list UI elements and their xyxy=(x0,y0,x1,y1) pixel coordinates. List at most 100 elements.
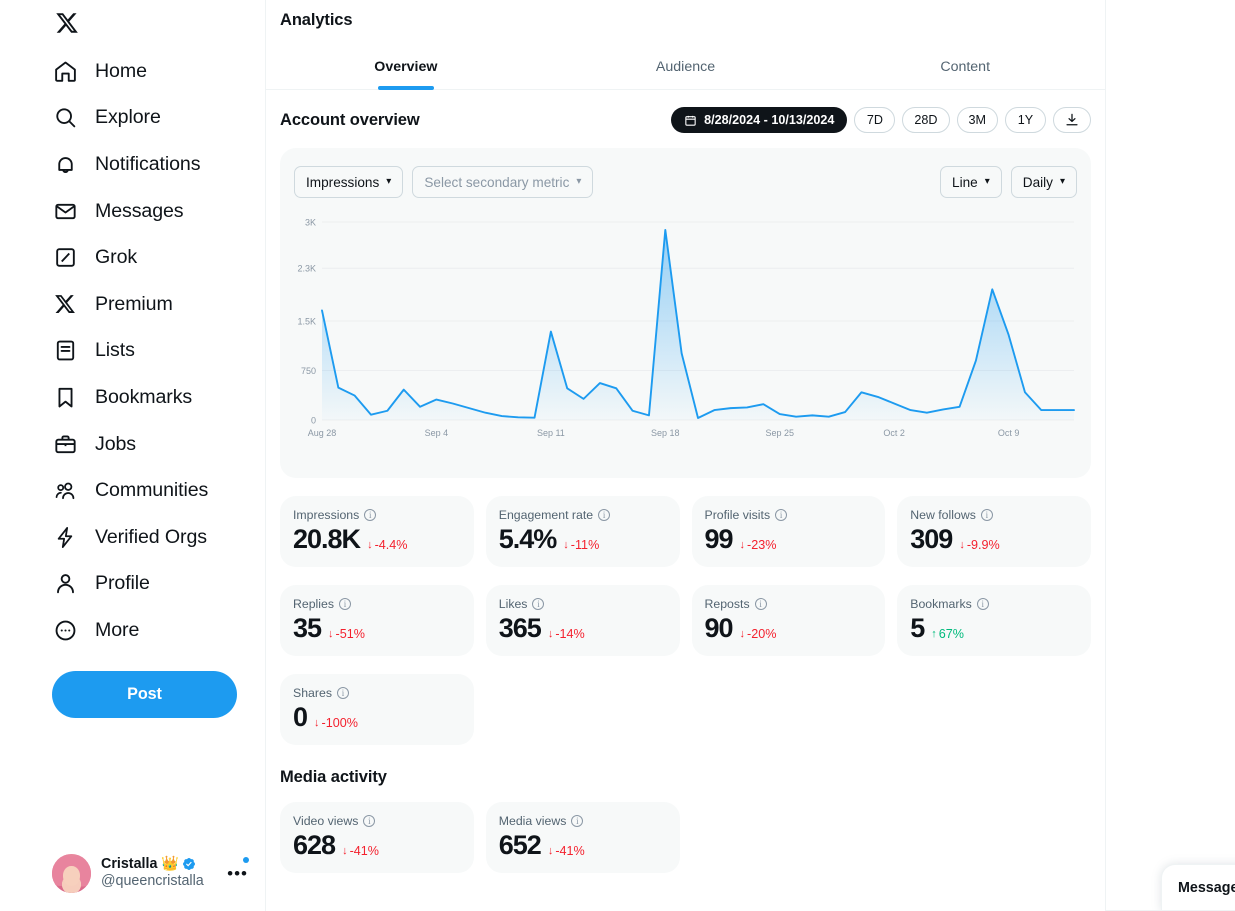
info-icon[interactable]: i xyxy=(336,687,349,699)
bell-icon xyxy=(52,151,78,177)
sidebar-item-notifications[interactable]: Notifications xyxy=(52,141,237,188)
range-28d-button[interactable]: 28D xyxy=(902,107,950,133)
avatar xyxy=(52,854,91,893)
sidebar-item-grok[interactable]: Grok xyxy=(52,234,237,281)
tab-audience[interactable]: Audience xyxy=(546,44,826,89)
account-switcher[interactable]: Cristalla 👑 @queencristalla ••• xyxy=(52,854,252,893)
metric-card-shares[interactable]: Shares i 0 ↓ -100% xyxy=(280,674,474,745)
metric-label-row: Video views i xyxy=(293,814,461,828)
metric-delta-value: -14% xyxy=(555,627,585,641)
svg-text:Sep 18: Sep 18 xyxy=(651,428,680,438)
sidebar-item-more[interactable]: More xyxy=(52,607,237,654)
metric-label-row: Replies i xyxy=(293,597,461,611)
secondary-metric-select[interactable]: Select secondary metric ▾ xyxy=(412,166,594,198)
sidebar-item-premium[interactable]: Premium xyxy=(52,281,237,328)
home-icon xyxy=(52,58,78,84)
metric-label-row: Engagement rate i xyxy=(499,508,667,522)
sidebar-item-lists[interactable]: Lists xyxy=(52,328,237,375)
info-icon[interactable]: i xyxy=(364,509,377,521)
info-icon[interactable]: i xyxy=(532,598,545,610)
metric-label: Media views xyxy=(498,814,567,828)
download-button[interactable] xyxy=(1053,107,1091,133)
sidebar-item-label: Lists xyxy=(95,339,135,362)
sidebar-item-home[interactable]: Home xyxy=(52,48,237,95)
metric-delta: ↓ -100% xyxy=(314,716,358,730)
svg-text:1.5K: 1.5K xyxy=(297,317,316,327)
info-icon[interactable]: i xyxy=(976,598,989,610)
sidebar-item-label: Premium xyxy=(95,292,173,315)
metric-delta-value: 67% xyxy=(938,627,964,641)
metric-card-new-follows[interactable]: New follows i 309 ↓ -9.9% xyxy=(897,496,1091,567)
svg-text:Sep 11: Sep 11 xyxy=(537,428,565,438)
sidebar-item-profile[interactable]: Profile xyxy=(52,561,237,608)
info-icon[interactable]: i xyxy=(775,509,788,521)
sidebar-item-communities[interactable]: Communities xyxy=(52,467,237,514)
chart-type-select[interactable]: Line ▾ xyxy=(940,166,1002,198)
more-dots-icon[interactable]: ••• xyxy=(227,856,252,884)
metric-label-row: New follows i xyxy=(910,508,1078,522)
info-icon[interactable]: i xyxy=(754,598,767,610)
bookmark-icon xyxy=(52,384,78,410)
chevron-down-icon: ▾ xyxy=(386,176,392,187)
metric-value: 5.4% xyxy=(498,524,558,554)
info-icon[interactable]: i xyxy=(363,815,376,827)
post-button[interactable]: Post xyxy=(52,670,237,718)
grok-icon xyxy=(52,245,78,271)
info-icon[interactable]: i xyxy=(598,509,611,521)
metric-cards-row-3: Shares i 0 ↓ -100% xyxy=(266,656,1105,745)
messages-dock[interactable]: Messages xyxy=(1161,864,1235,911)
chevron-down-icon: ▾ xyxy=(576,176,582,187)
metric-card-video-views[interactable]: Video views i 628 ↓ -41% xyxy=(280,802,474,873)
sidebar-item-label: Verified Orgs xyxy=(95,525,207,548)
impressions-chart-card: Impressions ▾ Select secondary metric ▾ … xyxy=(280,148,1091,478)
range-3m-button[interactable]: 3M xyxy=(956,107,998,133)
metric-card-impressions[interactable]: Impressions i 20.8K ↓ -4.4% xyxy=(280,496,474,567)
metric-card-media-views[interactable]: Media views i 652 ↓ -41% xyxy=(485,802,680,873)
chart-controls: Impressions ▾ Select secondary metric ▾ … xyxy=(294,166,1077,198)
sidebar-item-explore[interactable]: Explore xyxy=(52,95,237,142)
granularity-select[interactable]: Daily ▾ xyxy=(1010,166,1077,198)
metric-cards-row-1: Impressions i 20.8K ↓ -4.4% Engagement ra… xyxy=(266,478,1105,567)
metric-card-reposts[interactable]: Reposts i 90 ↓ -20% xyxy=(691,585,886,656)
sidebar-item-verified-orgs[interactable]: Verified Orgs xyxy=(52,514,237,561)
main-content: Analytics Overview Audience Content Acco… xyxy=(265,0,1106,911)
x-logo-link[interactable] xyxy=(52,0,265,46)
account-overview-header: Account overview 8/28/2024 - 10/13/2024 … xyxy=(266,90,1105,133)
metric-label-row: Bookmarks i xyxy=(910,597,1078,611)
sidebar-item-jobs[interactable]: Jobs xyxy=(52,421,237,468)
info-icon[interactable]: i xyxy=(339,598,352,610)
range-7d-button[interactable]: 7D xyxy=(854,107,896,133)
sidebar-item-label: Explore xyxy=(95,106,161,129)
info-icon[interactable]: i xyxy=(980,509,993,521)
metric-value: 20.8K xyxy=(293,524,361,554)
metric-cards-row-2: Replies i 35 ↓ -51% Likes i 365 ↓ -14% R… xyxy=(266,567,1105,656)
impressions-plot[interactable]: 0 750 1.5K 2.3K 3K Aug 28 Sep 4 Sep 11 Sep 18 Se… xyxy=(294,216,1077,446)
arrow-down-icon: ↓ xyxy=(314,717,320,729)
date-range-picker[interactable]: 8/28/2024 - 10/13/2024 xyxy=(671,107,848,133)
metric-card-likes[interactable]: Likes i 365 ↓ -14% xyxy=(485,585,680,656)
metric-card-profile-visits[interactable]: Profile visits i 99 ↓ -23% xyxy=(691,496,886,567)
tab-overview[interactable]: Overview xyxy=(266,44,546,89)
account-handle: @queencristalla xyxy=(101,873,204,890)
account-display-name: Cristalla 👑 xyxy=(101,855,180,872)
more-circle-icon xyxy=(52,617,78,643)
range-1y-button[interactable]: 1Y xyxy=(1005,107,1046,133)
sidebar-item-bookmarks[interactable]: Bookmarks xyxy=(52,374,237,421)
chevron-down-icon: ▾ xyxy=(984,176,990,187)
info-icon[interactable]: i xyxy=(571,815,584,827)
tab-content[interactable]: Content xyxy=(825,44,1105,89)
metric-card-replies[interactable]: Replies i 35 ↓ -51% xyxy=(280,585,474,656)
sidebar-item-messages[interactable]: Messages xyxy=(52,188,237,235)
metric-label: Likes xyxy=(498,597,528,611)
primary-metric-select[interactable]: Impressions ▾ xyxy=(294,166,404,198)
metric-label: Bookmarks xyxy=(910,597,972,611)
metric-delta: ↓ -41% xyxy=(548,844,585,858)
communities-icon xyxy=(52,478,78,504)
metric-label-row: Impressions i xyxy=(293,508,461,522)
sidebar-nav: Home Explore Notifications Messages Grok… xyxy=(52,48,265,654)
svg-text:3K: 3K xyxy=(305,218,316,228)
svg-text:Sep 25: Sep 25 xyxy=(765,428,794,438)
metric-delta: ↓ -51% xyxy=(328,627,365,641)
metric-card-engagement-rate[interactable]: Engagement rate i 5.4% ↓ -11% xyxy=(485,496,680,567)
metric-card-bookmarks[interactable]: Bookmarks i 5 ↑ 67% xyxy=(897,585,1091,656)
